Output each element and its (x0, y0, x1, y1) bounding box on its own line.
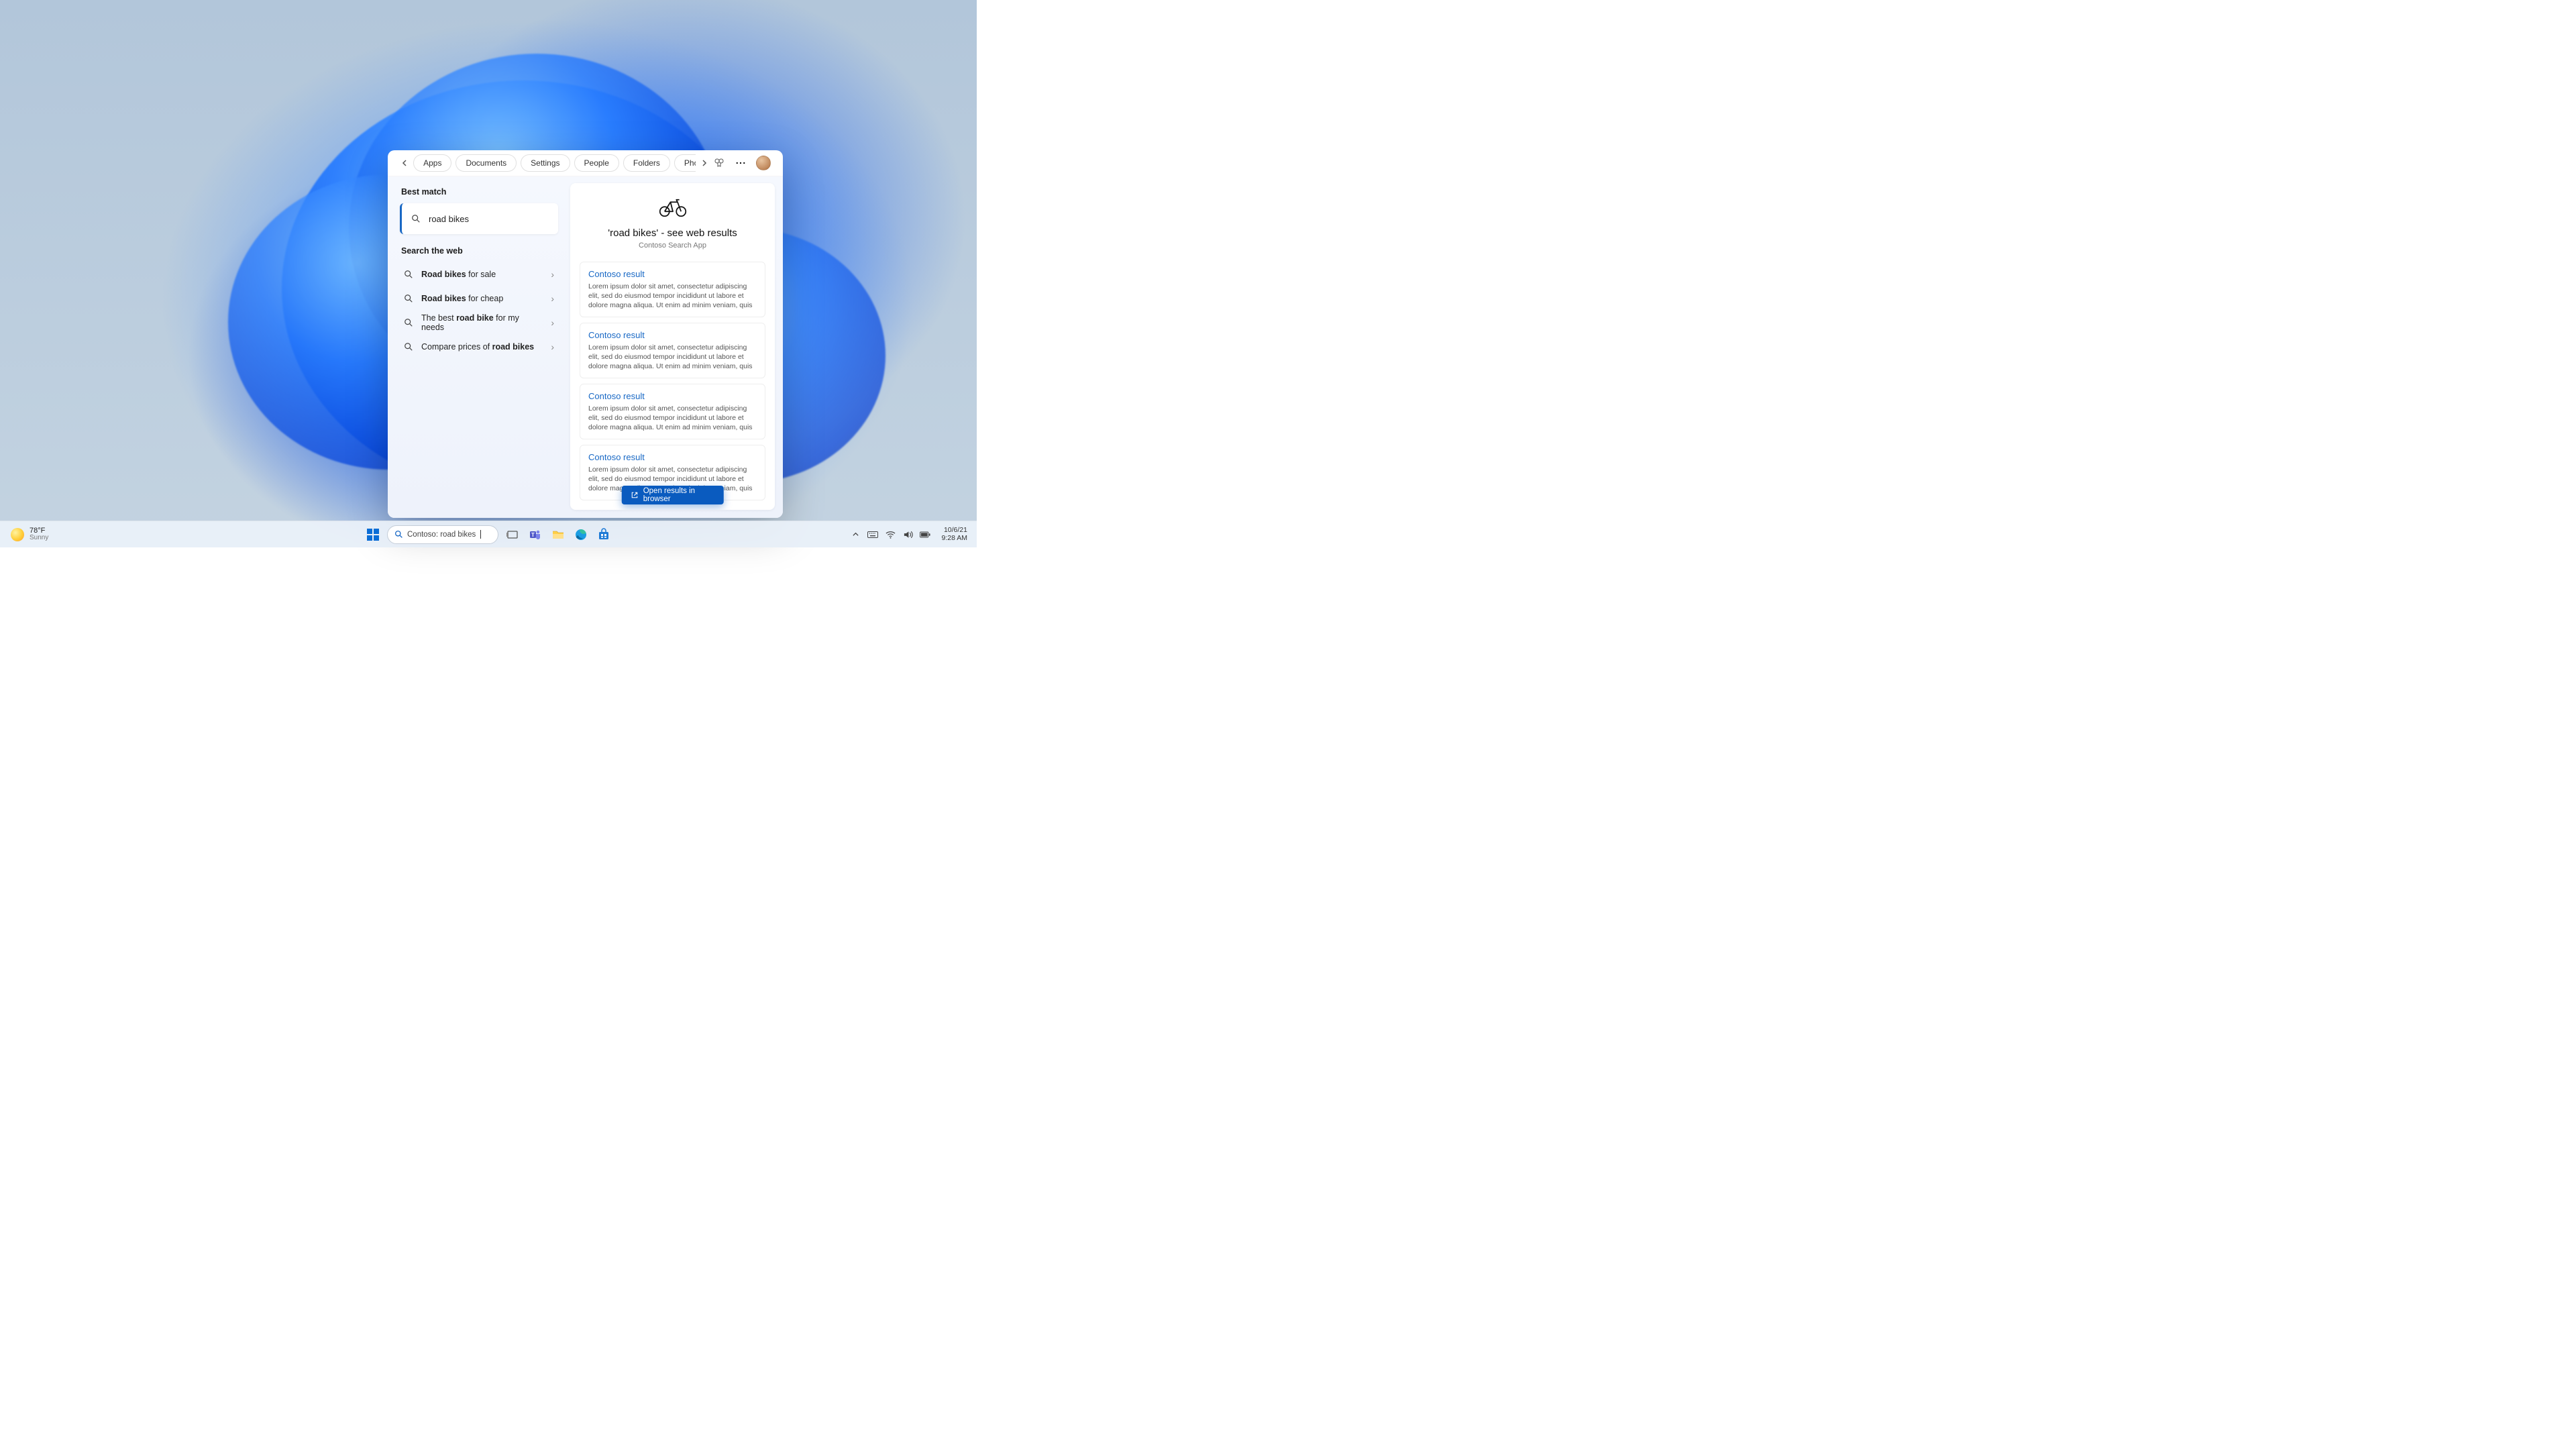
volume-icon[interactable] (902, 530, 913, 539)
weather-widget[interactable]: 78°F Sunny (11, 527, 48, 541)
filter-apps[interactable]: Apps (413, 154, 451, 172)
result-card[interactable]: Contoso result Lorem ipsum dolor sit ame… (580, 323, 765, 378)
clock[interactable]: 10/6/21 9:28 AM (941, 527, 967, 542)
search-flyout: Apps Documents Settings People Folders P… (388, 150, 783, 518)
detail-subtitle: Contoso Search App (580, 241, 765, 250)
file-explorer-button[interactable] (549, 526, 567, 543)
best-match-label: Best match (401, 187, 558, 197)
detail-pane: 'road bikes' - see web results Contoso S… (570, 183, 775, 510)
web-suggestion-text: Road bikes for sale (421, 270, 543, 279)
result-title: Contoso result (588, 269, 757, 279)
open-external-icon (631, 491, 637, 499)
results-right-column: 'road bikes' - see web results Contoso S… (565, 176, 783, 518)
store-button[interactable] (595, 526, 612, 543)
search-icon (394, 530, 403, 539)
search-icon (404, 270, 413, 279)
result-desc: Lorem ipsum dolor sit amet, consectetur … (588, 404, 757, 432)
search-filter-bar: Apps Documents Settings People Folders P… (388, 150, 783, 176)
filter-documents[interactable]: Documents (455, 154, 517, 172)
result-title: Contoso result (588, 452, 757, 462)
web-suggestion-text: Road bikes for cheap (421, 294, 543, 303)
chevron-right-icon: › (551, 341, 554, 352)
result-card[interactable]: Contoso result Lorem ipsum dolor sit ame… (580, 262, 765, 317)
filter-people[interactable]: People (574, 154, 619, 172)
filter-pills: Apps Documents Settings People Folders P… (413, 154, 696, 172)
edge-button[interactable] (572, 526, 590, 543)
best-match-item[interactable]: road bikes (400, 203, 558, 234)
bicycle-icon (659, 198, 687, 218)
web-suggestion[interactable]: Compare prices of road bikes › (400, 335, 558, 359)
system-tray: 10/6/21 9:28 AM (850, 527, 967, 542)
taskbar-search-box[interactable]: Contoso: road bikes (387, 525, 498, 544)
start-button[interactable] (364, 526, 382, 543)
filter-photos[interactable]: Photos (674, 154, 696, 172)
search-icon (411, 214, 421, 223)
web-suggestion[interactable]: Road bikes for sale › (400, 262, 558, 286)
web-suggestion[interactable]: The best road bike for my needs › (400, 311, 558, 335)
search-icon (404, 294, 413, 303)
result-card[interactable]: Contoso result Lorem ipsum dolor sit ame… (580, 384, 765, 439)
text-caret (480, 530, 481, 539)
result-desc: Lorem ipsum dolor sit amet, consectetur … (588, 343, 757, 371)
svg-text:T: T (531, 532, 535, 538)
results-left-column: Best match road bikes Search the web Roa… (388, 176, 565, 518)
chevron-right-icon: › (551, 317, 554, 328)
filters-scroll-right[interactable] (700, 160, 709, 166)
battery-icon[interactable] (920, 531, 930, 538)
search-web-label: Search the web (401, 246, 558, 256)
open-in-browser-button[interactable]: Open results in browser (621, 486, 724, 504)
clock-time: 9:28 AM (941, 535, 967, 543)
search-icon (404, 342, 413, 352)
weather-condition: Sunny (30, 535, 48, 541)
filter-folders[interactable]: Folders (623, 154, 670, 172)
open-in-browser-label: Open results in browser (643, 487, 714, 503)
web-suggestion-text: Compare prices of road bikes (421, 342, 543, 352)
taskbar: 78°F Sunny Contoso: road bikes T (0, 521, 977, 547)
search-icon (404, 318, 413, 327)
task-view-button[interactable] (504, 526, 521, 543)
more-icon[interactable] (735, 162, 747, 164)
result-title: Contoso result (588, 391, 757, 401)
teams-button[interactable]: T (527, 526, 544, 543)
web-suggestion-text: The best road bike for my needs (421, 313, 543, 332)
taskbar-center: Contoso: road bikes T (364, 525, 612, 544)
result-desc: Lorem ipsum dolor sit amet, consectetur … (588, 282, 757, 310)
input-method-icon[interactable] (867, 531, 878, 538)
detail-title: 'road bikes' - see web results (580, 227, 765, 239)
chevron-right-icon: › (551, 269, 554, 280)
taskbar-search-text: Contoso: road bikes (407, 531, 476, 539)
clock-date: 10/6/21 (941, 527, 967, 535)
filter-settings[interactable]: Settings (521, 154, 570, 172)
web-suggestion[interactable]: Road bikes for cheap › (400, 286, 558, 311)
desktop: Apps Documents Settings People Folders P… (0, 0, 977, 547)
rewards-icon[interactable] (713, 158, 725, 168)
result-title: Contoso result (588, 330, 757, 340)
chevron-right-icon: › (551, 293, 554, 304)
user-avatar[interactable] (756, 156, 771, 170)
wifi-icon[interactable] (885, 531, 896, 539)
filters-scroll-left[interactable] (400, 160, 409, 166)
best-match-text: road bikes (429, 214, 469, 224)
tray-overflow-chevron[interactable] (850, 531, 861, 538)
weather-sun-icon (11, 528, 24, 541)
